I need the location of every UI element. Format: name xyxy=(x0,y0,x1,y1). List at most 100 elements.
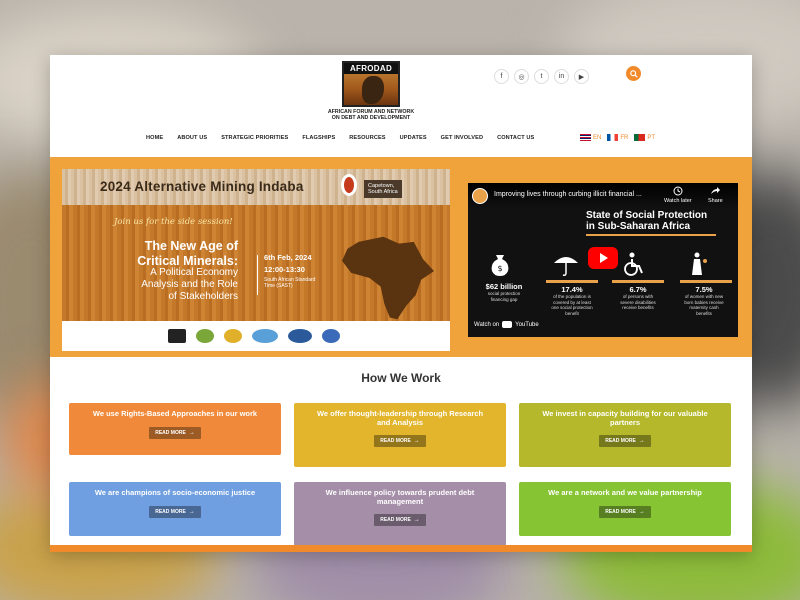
youtube-logo-icon xyxy=(502,321,513,328)
stat-label-line3: receive benefits xyxy=(622,305,654,310)
poster-title: 2024 Alternative Mining Indaba xyxy=(100,179,304,194)
site-header: AFRODAD AFRICAN FORUM AND NETWORK ON DEB… xyxy=(50,55,752,157)
search-icon xyxy=(629,69,638,78)
card-capacity-building[interactable]: We invest in capacity building for our v… xyxy=(519,403,731,467)
social-links: f ◎ t in ▶ xyxy=(494,69,589,84)
france-flag-icon xyxy=(607,134,619,141)
logo-mark-text: AFRODAD xyxy=(344,63,398,74)
play-button[interactable] xyxy=(588,247,618,269)
nav-item-contact-us[interactable]: CONTACT US xyxy=(497,135,534,141)
read-more-label: READ MORE xyxy=(380,438,411,444)
watch-on-youtube-link[interactable]: Watch on YouTube xyxy=(474,321,539,328)
read-more-button[interactable]: READ MORE → xyxy=(599,435,651,447)
twitter-icon[interactable]: t xyxy=(534,69,549,84)
arrow-right-icon: → xyxy=(638,438,645,444)
partner-logos xyxy=(62,321,450,351)
facebook-icon[interactable]: f xyxy=(494,69,509,84)
poster-date-block: 6th Feb, 2024 12:00-13:30 South African … xyxy=(264,253,315,289)
lang-pt[interactable]: PT xyxy=(634,134,655,141)
card-network-partnership[interactable]: We are a network and we value partnershi… xyxy=(519,482,731,536)
how-we-work-section: How We Work We use Rights-Based Approach… xyxy=(50,357,752,552)
site-logo[interactable]: AFRODAD AFRICAN FORUM AND NETWORK ON DEB… xyxy=(318,61,424,121)
stat-label-line4: benefits xyxy=(696,310,712,316)
arrow-right-icon: → xyxy=(188,429,195,436)
card-policy-influence[interactable]: We influence policy towards prudent debt… xyxy=(294,482,506,546)
arrow-right-icon: → xyxy=(413,517,420,523)
read-more-button[interactable]: READ MORE → xyxy=(149,505,201,518)
card-thought-leadership[interactable]: We offer thought-leadership through Rese… xyxy=(294,403,506,467)
logo-subtitle: AFRICAN FORUM AND NETWORK ON DEBT AND DE… xyxy=(318,109,424,121)
video-title[interactable]: Improving lives through curbing illicit … xyxy=(494,191,642,198)
stat-value: 17.4% xyxy=(561,285,583,294)
share-button[interactable]: Share xyxy=(708,186,723,204)
nav-item-flagships[interactable]: FLAGSHIPS xyxy=(302,135,335,141)
poster-subheading-line2: Analysis and the Role xyxy=(141,279,238,290)
umbrella-icon xyxy=(554,257,578,276)
africa-silhouette-icon xyxy=(362,76,384,104)
partner-logo-3 xyxy=(224,329,242,343)
location-pin-icon xyxy=(341,174,357,196)
poster-date: 6th Feb, 2024 xyxy=(264,253,312,262)
read-more-button[interactable]: READ MORE → xyxy=(374,514,426,526)
lang-en[interactable]: EN xyxy=(580,134,601,141)
hero-banner: 2024 Alternative Mining Indaba Capetown,… xyxy=(50,157,752,357)
linkedin-icon[interactable]: in xyxy=(554,69,569,84)
youtube-video-embed[interactable]: Improving lives through curbing illicit … xyxy=(468,183,738,337)
stat-label-line2: financing gap xyxy=(490,296,518,302)
channel-avatar[interactable] xyxy=(472,188,488,204)
nav-item-resources[interactable]: RESOURCES xyxy=(349,135,385,141)
stat-maternity: 7.5% of women with new born babies recei… xyxy=(674,285,734,316)
stat-financing-gap: $62 billion social protection financing … xyxy=(474,282,534,302)
watch-later-label: Watch later xyxy=(664,198,692,204)
read-more-label: READ MORE xyxy=(605,438,636,444)
youtube-icon[interactable]: ▶ xyxy=(574,69,589,84)
video-heading-line1: State of Social Protection xyxy=(586,210,708,221)
read-more-button[interactable]: READ MORE → xyxy=(374,435,426,447)
website-window: AFRODAD AFRICAN FORUM AND NETWORK ON DEB… xyxy=(50,55,752,552)
card-socio-economic-justice[interactable]: We are champions of socio-economic justi… xyxy=(69,482,281,536)
partner-logo-5 xyxy=(288,329,312,343)
event-poster[interactable]: 2024 Alternative Mining Indaba Capetown,… xyxy=(62,169,450,351)
stat-coverage: 17.4% of the population is covered by at… xyxy=(542,285,602,316)
video-heading: State of Social Protection in Sub-Sahara… xyxy=(586,210,707,232)
stat-value: $62 billion xyxy=(485,282,523,291)
partner-logo-4 xyxy=(252,329,278,343)
nav-item-get-involved[interactable]: GET INVOLVED xyxy=(441,135,483,141)
read-more-label: READ MORE xyxy=(155,429,186,436)
poster-timezone-line2: Time (SAST) xyxy=(264,283,293,289)
afrodad-logo-mark: AFRODAD xyxy=(342,61,400,107)
lang-en-label: EN xyxy=(593,134,602,141)
read-more-button[interactable]: READ MORE → xyxy=(599,505,651,518)
nav-item-strategic-priorities[interactable]: STRATEGIC PRIORITIES xyxy=(221,135,288,141)
lang-fr[interactable]: FR xyxy=(607,134,628,141)
video-heading-line2: in Sub-Saharan Africa xyxy=(586,221,691,232)
poster-subheading-line3: of Stakeholders xyxy=(168,291,239,302)
read-more-label: READ MORE xyxy=(380,517,411,523)
nav-item-home[interactable]: HOME xyxy=(146,135,163,141)
card-rights-based[interactable]: We use Rights-Based Approaches in our wo… xyxy=(69,403,281,455)
poster-timezone: South African Standard Time (SAST) xyxy=(264,277,315,289)
poster-time: 12:00-13:30 xyxy=(264,265,305,274)
read-more-label: READ MORE xyxy=(605,508,636,515)
arrow-right-icon: → xyxy=(413,438,420,444)
poster-location: Capetown, South Africa xyxy=(364,180,402,198)
clock-icon xyxy=(673,186,683,196)
card-text: We are a network and we value partnershi… xyxy=(548,488,702,497)
read-more-label: READ MORE xyxy=(155,508,186,515)
read-more-button[interactable]: READ MORE → xyxy=(149,426,201,439)
portugal-flag-icon xyxy=(634,134,646,141)
uk-flag-icon xyxy=(580,134,591,141)
card-text: We invest in capacity building for our v… xyxy=(542,409,708,427)
money-bag-icon: $ xyxy=(491,255,509,276)
arrow-right-icon: → xyxy=(638,508,645,515)
search-button[interactable] xyxy=(626,66,641,81)
section-title: How We Work xyxy=(361,371,441,385)
nav-item-about-us[interactable]: ABOUT US xyxy=(177,135,207,141)
poster-header: 2024 Alternative Mining Indaba Capetown,… xyxy=(62,169,450,205)
watch-later-button[interactable]: Watch later xyxy=(664,186,692,204)
nav-item-updates[interactable]: UPDATES xyxy=(400,135,427,141)
poster-subheading-line1: A Political Economy xyxy=(150,267,238,278)
stat-bar-coverage xyxy=(546,280,598,283)
poster-heading-line1: The New Age of xyxy=(144,239,238,253)
instagram-icon[interactable]: ◎ xyxy=(514,69,529,84)
